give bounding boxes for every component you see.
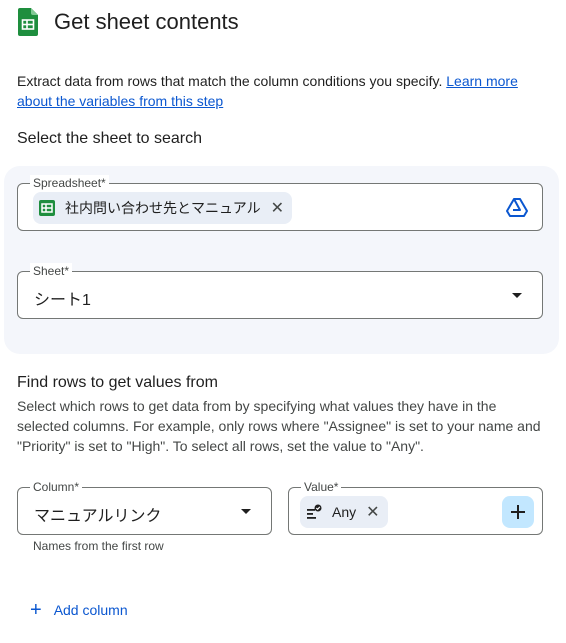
filter-any-icon — [306, 504, 322, 520]
spreadsheet-field[interactable]: Spreadsheet* 社内問い合わせ先とマニュアル ✕ — [17, 175, 543, 231]
sheet-chip-icon — [39, 200, 55, 216]
spreadsheet-name: 社内問い合わせ先とマニュアル — [65, 200, 261, 216]
any-value-chip[interactable]: Any ✕ — [300, 496, 388, 528]
chevron-down-icon — [241, 509, 251, 514]
sheet-select[interactable]: Sheet* シート1 — [17, 263, 543, 319]
google-sheets-icon — [18, 8, 38, 36]
remove-value-icon[interactable]: ✕ — [366, 502, 379, 522]
remove-spreadsheet-icon[interactable]: ✕ — [271, 198, 284, 218]
spreadsheet-chip[interactable]: 社内問い合わせ先とマニュアル ✕ — [33, 192, 292, 224]
any-value-text: Any — [332, 504, 357, 520]
sheet-label: Sheet* — [30, 263, 73, 279]
section-title-select-sheet: Select the sheet to search — [17, 130, 202, 147]
column-select[interactable]: Column* マニュアルリンク — [17, 479, 272, 535]
add-column-label: Add column — [53, 602, 128, 618]
header: Get sheet contents — [18, 8, 239, 36]
value-label: Value* — [301, 479, 342, 495]
value-field[interactable]: Value* Any ✕ — [288, 479, 543, 535]
step-description: Extract data from rows that match the co… — [17, 71, 547, 111]
find-rows-description: Select which rows to get data from by sp… — [17, 398, 541, 454]
column-hint: Names from the first row — [33, 539, 164, 553]
add-value-button[interactable] — [502, 496, 534, 528]
plus-icon — [511, 505, 525, 519]
column-value: マニュアルリンク — [34, 508, 162, 525]
drive-icon[interactable] — [506, 196, 528, 223]
chevron-down-icon — [512, 293, 522, 298]
sheet-value: シート1 — [34, 292, 91, 309]
section-title-find-rows: Find rows to get values from — [17, 374, 218, 391]
spreadsheet-label: Spreadsheet* — [30, 175, 109, 191]
add-column-button[interactable]: + Add column — [30, 600, 128, 620]
column-label: Column* — [30, 479, 83, 495]
plus-icon: + — [30, 599, 42, 621]
description-text: Extract data from rows that match the co… — [17, 73, 443, 89]
page-title: Get sheet contents — [54, 9, 239, 34]
